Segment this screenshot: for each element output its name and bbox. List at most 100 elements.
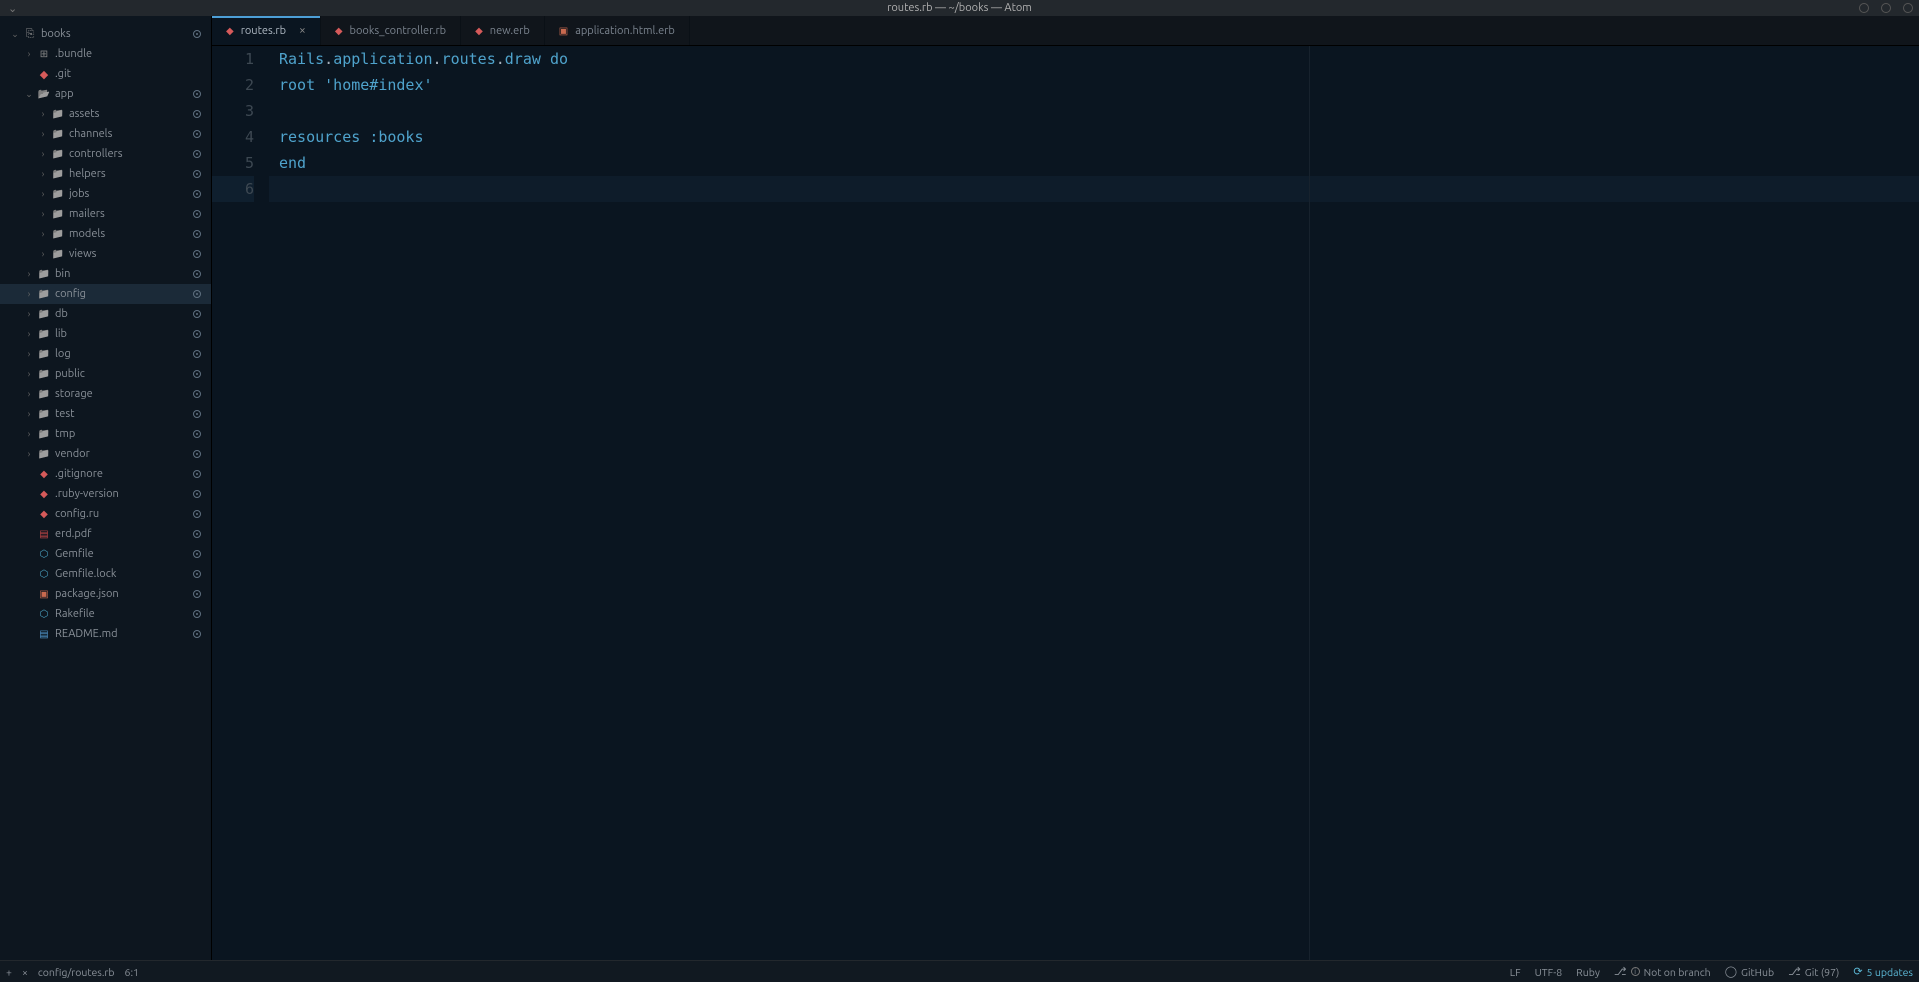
status-cursor[interactable]: 6:1 xyxy=(125,966,139,978)
tree-item--ruby-version[interactable]: .ruby-version xyxy=(0,484,211,504)
tree-item-log[interactable]: ›log xyxy=(0,344,211,364)
json-icon xyxy=(36,588,52,600)
tree-item-tmp[interactable]: ›tmp xyxy=(0,424,211,444)
chevron-right-icon[interactable]: › xyxy=(36,189,50,199)
code-line[interactable] xyxy=(279,98,1919,124)
vcs-status-icon xyxy=(193,610,201,618)
tree-item-label: README.md xyxy=(55,628,193,640)
chevron-right-icon[interactable]: › xyxy=(22,369,36,379)
chevron-right-icon[interactable]: › xyxy=(36,229,50,239)
tree-item-gemfile[interactable]: Gemfile xyxy=(0,544,211,564)
tree-item-assets[interactable]: ›assets xyxy=(0,104,211,124)
vcs-status-icon xyxy=(193,130,201,138)
tree-item--git[interactable]: .git xyxy=(0,64,211,84)
chevron-right-icon[interactable]: › xyxy=(36,249,50,259)
tree-item-controllers[interactable]: ›controllers xyxy=(0,144,211,164)
chevron-right-icon[interactable]: › xyxy=(22,269,36,279)
chevron-right-icon[interactable]: › xyxy=(36,209,50,219)
tree-item-bin[interactable]: ›bin xyxy=(0,264,211,284)
tree-item-books[interactable]: ⌄books xyxy=(0,24,211,44)
chevron-right-icon[interactable]: › xyxy=(36,129,50,139)
tab-application-html-erb[interactable]: ▣application.html.erb xyxy=(545,16,690,45)
updates-icon: ⟳ xyxy=(1853,965,1862,978)
chevron-right-icon[interactable]: › xyxy=(22,49,36,59)
tab-label: new.erb xyxy=(490,25,530,37)
status-path[interactable]: config/routes.rb xyxy=(38,966,115,978)
vcs-status-icon xyxy=(193,530,201,538)
tab-routes-rb[interactable]: ◆routes.rb× xyxy=(212,16,321,45)
code-line[interactable]: resources :books xyxy=(279,124,1919,150)
minimize-icon[interactable] xyxy=(1859,3,1869,13)
tree-item-views[interactable]: ›views xyxy=(0,244,211,264)
vcs-status-icon xyxy=(193,390,201,398)
folder-open-icon xyxy=(36,88,52,100)
ruby-icon: ◆ xyxy=(226,25,234,37)
status-updates[interactable]: ⟳ 5 updates xyxy=(1853,965,1913,978)
menu-chevron-icon[interactable]: ⌄ xyxy=(8,2,17,15)
line-number: 3 xyxy=(212,98,254,124)
chevron-right-icon[interactable]: › xyxy=(22,429,36,439)
tree-item-config-ru[interactable]: config.ru xyxy=(0,504,211,524)
chevron-right-icon[interactable]: › xyxy=(22,329,36,339)
file-tree[interactable]: ⌄books›.bundle.git⌄app›assets›channels›c… xyxy=(0,16,212,960)
tree-item--bundle[interactable]: ›.bundle xyxy=(0,44,211,64)
tree-item-label: vendor xyxy=(55,448,193,460)
tree-item-vendor[interactable]: › vendor xyxy=(0,444,211,464)
tree-item-readme-md[interactable]: README.md xyxy=(0,624,211,644)
code-line[interactable]: root 'home#index' xyxy=(279,72,1919,98)
tree-item-app[interactable]: ⌄app xyxy=(0,84,211,104)
status-git[interactable]: ⎇ Git (97) xyxy=(1788,965,1839,978)
tree-item--gitignore[interactable]: .gitignore xyxy=(0,464,211,484)
tree-item-storage[interactable]: ›storage xyxy=(0,384,211,404)
chevron-down-icon[interactable]: ⌄ xyxy=(8,29,22,40)
status-line-ending[interactable]: LF xyxy=(1510,966,1521,978)
ruby-icon xyxy=(36,468,52,480)
tree-item-rakefile[interactable]: Rakefile xyxy=(0,604,211,624)
tab-books-controller-rb[interactable]: ◆books_controller.rb xyxy=(321,16,461,45)
close-file-icon[interactable]: × xyxy=(22,966,28,978)
status-encoding[interactable]: UTF-8 xyxy=(1535,966,1563,978)
tree-item-config[interactable]: ›config xyxy=(0,284,211,304)
chevron-right-icon[interactable]: › xyxy=(36,169,50,179)
chevron-right-icon[interactable]: › xyxy=(22,389,36,399)
tree-item-test[interactable]: ›test xyxy=(0,404,211,424)
tree-item-lib[interactable]: ›lib xyxy=(0,324,211,344)
new-file-icon[interactable]: + xyxy=(6,966,12,978)
code-line[interactable]: Rails.application.routes.draw do xyxy=(279,46,1919,72)
chevron-right-icon[interactable]: › xyxy=(22,289,36,299)
tree-item-helpers[interactable]: ›helpers xyxy=(0,164,211,184)
tree-item-channels[interactable]: ›channels xyxy=(0,124,211,144)
tree-item-mailers[interactable]: ›mailers xyxy=(0,204,211,224)
close-tab-icon[interactable]: × xyxy=(299,24,306,37)
code-line[interactable]: end xyxy=(279,150,1919,176)
folder-icon xyxy=(36,408,52,420)
tree-item-label: .git xyxy=(55,68,207,80)
chevron-right-icon[interactable]: › xyxy=(22,409,36,419)
editor[interactable]: 123456 Rails.application.routes.draw do … xyxy=(212,46,1919,960)
code[interactable]: Rails.application.routes.draw do root 'h… xyxy=(269,46,1919,960)
status-language[interactable]: Ruby xyxy=(1576,966,1600,978)
status-branch[interactable]: ⎇ i Not on branch xyxy=(1614,965,1711,978)
chevron-right-icon[interactable]: › xyxy=(22,449,36,459)
tree-item-gemfile-lock[interactable]: Gemfile.lock xyxy=(0,564,211,584)
tree-item-erd-pdf[interactable]: erd.pdf xyxy=(0,524,211,544)
chevron-right-icon[interactable]: › xyxy=(22,349,36,359)
chevron-down-icon[interactable]: ⌄ xyxy=(22,89,36,100)
gem-icon xyxy=(36,608,52,620)
maximize-icon[interactable] xyxy=(1881,3,1891,13)
chevron-right-icon[interactable]: › xyxy=(36,109,50,119)
chevron-right-icon[interactable]: › xyxy=(22,309,36,319)
tab-new-erb[interactable]: ◆new.erb xyxy=(461,16,545,45)
tree-item-package-json[interactable]: package.json xyxy=(0,584,211,604)
tree-item-jobs[interactable]: ›jobs xyxy=(0,184,211,204)
tree-item-models[interactable]: ›models xyxy=(0,224,211,244)
tree-item-db[interactable]: ›db xyxy=(0,304,211,324)
tree-item-label: .ruby-version xyxy=(55,488,193,500)
code-line[interactable] xyxy=(269,176,1919,202)
status-github[interactable]: ◯ GitHub xyxy=(1725,965,1774,978)
folder-icon xyxy=(36,428,52,440)
folder-icon xyxy=(50,188,66,200)
chevron-right-icon[interactable]: › xyxy=(36,149,50,159)
close-window-icon[interactable] xyxy=(1903,3,1913,13)
tree-item-public[interactable]: ›public xyxy=(0,364,211,384)
